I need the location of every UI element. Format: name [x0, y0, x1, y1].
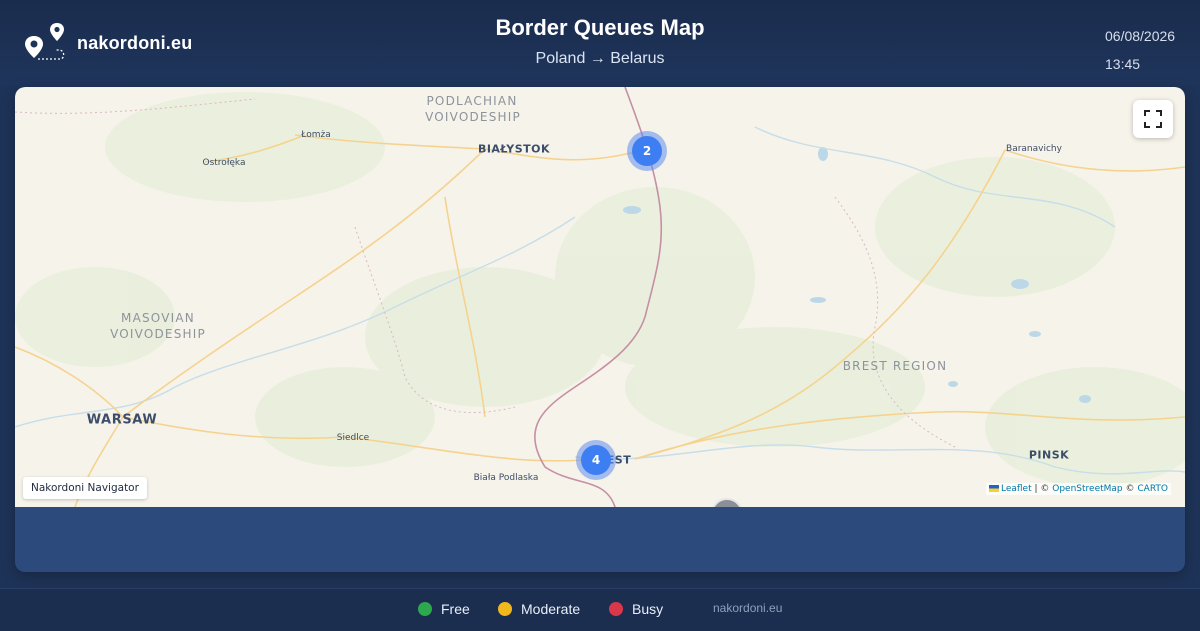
town-label-siedlce: Siedlce [336, 433, 370, 443]
town-label-ostroleka: Ostrołęka [202, 158, 246, 168]
region-label-brest: BREST REGION [842, 359, 948, 373]
legend-label: Moderate [521, 601, 581, 617]
fullscreen-icon [1144, 110, 1162, 128]
map-panel: PODLACHIAN VOIVODESHIP MASOVIAN VOIVODES… [15, 87, 1185, 572]
city-label-warsaw: WARSAW [86, 412, 158, 428]
city-label-bialystok: BIAŁYSTOK [477, 142, 551, 156]
carto-link[interactable]: CARTO [1137, 484, 1168, 494]
town-label-biala-podlaska: Biała Podlaska [473, 473, 539, 483]
brand[interactable]: nakordoni.eu [24, 22, 192, 64]
header: nakordoni.eu Border Queues Map Poland → … [0, 0, 1200, 86]
status-dot-icon [418, 602, 432, 616]
footer-site-link[interactable]: nakordoni.eu [713, 601, 782, 615]
region-label-podlachian-2: VOIVODESHIP [425, 110, 521, 124]
status-dot-icon [498, 602, 512, 616]
time-text: 13:45 [1105, 56, 1141, 72]
brand-name: nakordoni.eu [77, 32, 193, 53]
legend-label: Free [441, 601, 470, 617]
region-label-podlachian: PODLACHIAN [426, 94, 518, 108]
queue-cluster-marker[interactable]: 2 [627, 131, 667, 171]
leaflet-link[interactable]: Leaflet [1001, 484, 1032, 494]
openstreetmap-link[interactable]: OpenStreetMap [1052, 484, 1122, 494]
datetime: 06/08/2026 13:45 [1105, 24, 1175, 76]
legend-item-moderate: Moderate [498, 601, 580, 617]
navigator-label: Nakordoni Navigator [23, 477, 147, 499]
map-pins-logo-icon [25, 23, 65, 60]
town-label-lomza: Łomża [301, 130, 331, 140]
cluster-count: 2 [632, 136, 662, 166]
map-attribution: Leaflet | © OpenStreetMap © CARTO [985, 483, 1171, 495]
ukraine-flag-icon [988, 485, 999, 492]
footer: Free Moderate Busy nakordoni.eu [0, 588, 1200, 631]
region-label-masovian: MASOVIAN [121, 311, 195, 325]
fullscreen-button[interactable] [1133, 100, 1173, 138]
legend-item-free: Free [418, 601, 470, 617]
attribution-sep: | © [1031, 484, 1053, 494]
region-label-masovian-2: VOIVODESHIP [110, 327, 206, 341]
cluster-count: 4 [581, 445, 611, 475]
attribution-sep: © [1122, 484, 1138, 494]
queue-cluster-marker[interactable]: 4 [576, 440, 616, 480]
map-canvas[interactable]: PODLACHIAN VOIVODESHIP MASOVIAN VOIVODES… [15, 87, 1185, 507]
city-label-pinsk: PINSK [1028, 448, 1070, 462]
legend-item-busy: Busy [609, 601, 663, 617]
date-text: 06/08/2026 [1105, 28, 1176, 44]
legend-label: Busy [632, 601, 664, 617]
status-dot-icon [609, 602, 623, 616]
town-label-baranavichy: Baranavichy [1006, 144, 1062, 154]
